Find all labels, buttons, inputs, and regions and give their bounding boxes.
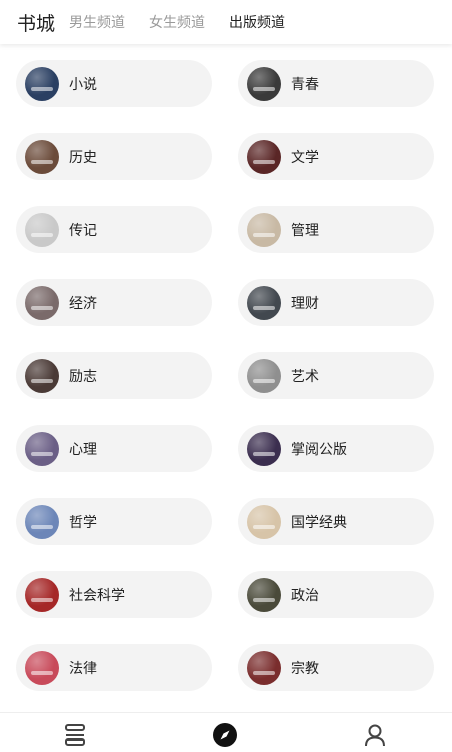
category-cover-image bbox=[247, 139, 281, 174]
category-item[interactable]: 小说 bbox=[16, 60, 212, 107]
category-cover-image bbox=[247, 285, 281, 320]
category-item[interactable]: 掌阅公版 bbox=[238, 425, 434, 472]
category-cover-image bbox=[25, 650, 59, 685]
category-label: 政治 bbox=[291, 587, 319, 604]
top-header: 书城 男生频道 女生频道 出版频道 bbox=[0, 0, 452, 44]
category-item[interactable]: 心理 bbox=[16, 425, 212, 472]
category-label: 管理 bbox=[291, 222, 319, 239]
category-label: 宗教 bbox=[291, 660, 319, 677]
category-cover-image bbox=[247, 650, 281, 685]
category-cover-image bbox=[25, 66, 59, 101]
category-item[interactable]: 传记 bbox=[16, 206, 212, 253]
compass-icon[interactable] bbox=[212, 722, 238, 748]
category-item[interactable]: 宗教 bbox=[238, 644, 434, 691]
category-cover-image bbox=[247, 358, 281, 393]
category-cover-image bbox=[25, 212, 59, 247]
category-label: 青春 bbox=[291, 76, 319, 93]
category-item[interactable]: 经济 bbox=[16, 279, 212, 326]
category-item[interactable]: 政治 bbox=[238, 571, 434, 618]
category-label: 传记 bbox=[69, 222, 97, 239]
category-grid: 小说 青春 历史 文学 传记 管理 经济 理财 励志 艺术 心理 掌阅公版 哲学… bbox=[0, 60, 452, 691]
category-cover-image bbox=[247, 577, 281, 612]
category-label: 法律 bbox=[69, 660, 97, 677]
category-label: 经济 bbox=[69, 295, 97, 312]
category-item[interactable]: 艺术 bbox=[238, 352, 434, 399]
category-item[interactable]: 理财 bbox=[238, 279, 434, 326]
category-cover-image bbox=[247, 212, 281, 247]
profile-icon[interactable] bbox=[362, 722, 388, 748]
bookshelf-icon[interactable] bbox=[62, 722, 88, 748]
tab-male-channel[interactable]: 男生频道 bbox=[69, 12, 125, 32]
category-label: 艺术 bbox=[291, 368, 319, 385]
category-label: 文学 bbox=[291, 149, 319, 166]
category-cover-image bbox=[25, 504, 59, 539]
category-cover-image bbox=[247, 66, 281, 101]
category-cover-image bbox=[25, 358, 59, 393]
category-item[interactable]: 文学 bbox=[238, 133, 434, 180]
category-cover-image bbox=[247, 431, 281, 466]
category-cover-image bbox=[25, 139, 59, 174]
category-item[interactable]: 历史 bbox=[16, 133, 212, 180]
category-label: 哲学 bbox=[69, 514, 97, 531]
category-label: 理财 bbox=[291, 295, 319, 312]
category-cover-image bbox=[25, 285, 59, 320]
category-item[interactable]: 法律 bbox=[16, 644, 212, 691]
category-label: 社会科学 bbox=[69, 587, 125, 604]
category-item[interactable]: 青春 bbox=[238, 60, 434, 107]
category-item[interactable]: 哲学 bbox=[16, 498, 212, 545]
category-label: 掌阅公版 bbox=[291, 441, 347, 458]
category-label: 励志 bbox=[69, 368, 97, 385]
category-item[interactable]: 管理 bbox=[238, 206, 434, 253]
bottom-nav bbox=[0, 712, 452, 752]
category-cover-image bbox=[25, 431, 59, 466]
page-title: 书城 bbox=[17, 12, 56, 35]
category-item[interactable]: 社会科学 bbox=[16, 571, 212, 618]
category-item[interactable]: 励志 bbox=[16, 352, 212, 399]
tab-female-channel[interactable]: 女生频道 bbox=[149, 12, 205, 32]
category-item[interactable]: 国学经典 bbox=[238, 498, 434, 545]
category-label: 历史 bbox=[69, 149, 97, 166]
category-label: 国学经典 bbox=[291, 514, 347, 531]
category-label: 心理 bbox=[69, 441, 97, 458]
category-label: 小说 bbox=[69, 76, 97, 93]
category-cover-image bbox=[25, 577, 59, 612]
tab-publishing-channel[interactable]: 出版频道 bbox=[229, 12, 285, 32]
category-cover-image bbox=[247, 504, 281, 539]
